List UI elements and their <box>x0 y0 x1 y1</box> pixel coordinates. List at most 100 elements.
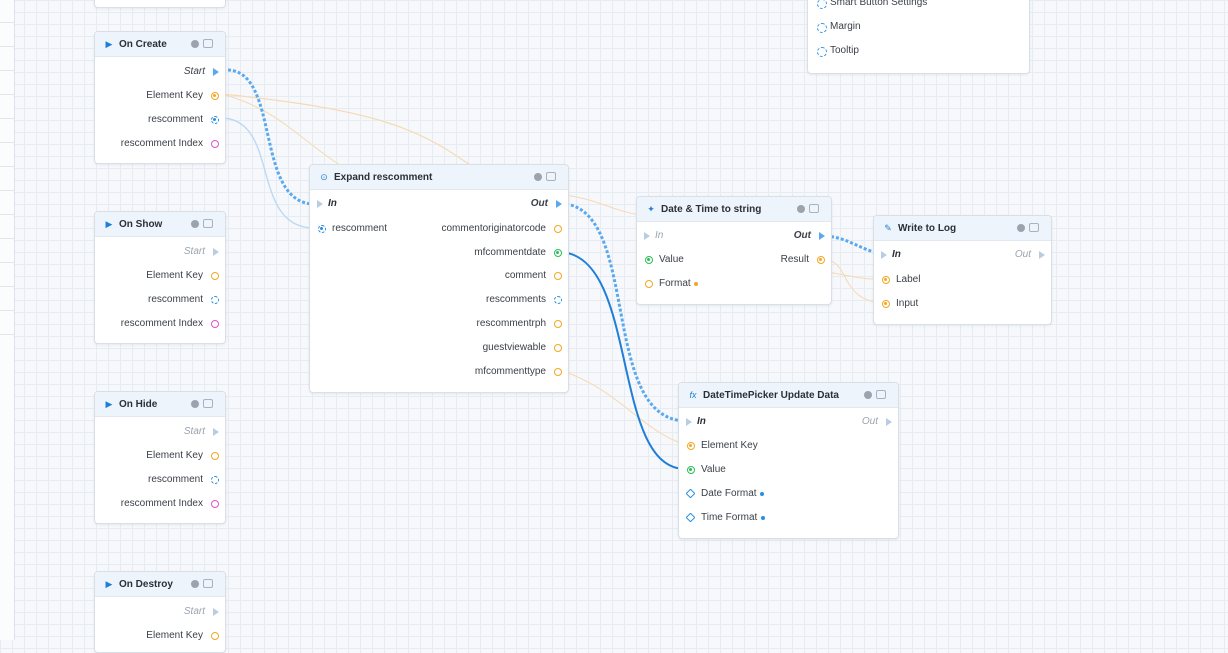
exec-out-pin[interactable] <box>819 232 825 240</box>
info-icon[interactable] <box>797 205 805 213</box>
exec-out-pin[interactable] <box>886 418 892 426</box>
out-label: Out <box>1014 249 1031 260</box>
exec-out-pin[interactable] <box>556 200 562 208</box>
info-icon[interactable] <box>1017 224 1025 232</box>
node-title: On Destroy <box>119 579 173 590</box>
time-format-in-pin[interactable] <box>685 512 696 523</box>
settings-item-tooltip[interactable]: Tooltip <box>830 44 859 58</box>
out-label: Out <box>530 198 548 209</box>
input-label: Element Key <box>701 440 758 451</box>
refresh-icon <box>817 47 827 57</box>
exec-out-pin[interactable] <box>213 428 219 436</box>
index-pin[interactable] <box>211 500 219 508</box>
output-pin[interactable] <box>554 368 562 376</box>
comment-icon[interactable] <box>546 172 556 181</box>
info-icon[interactable] <box>191 580 199 588</box>
partial-node-top[interactable] <box>94 0 226 8</box>
input-label: Value <box>701 464 726 475</box>
refresh-icon <box>817 0 827 9</box>
node-title: Expand rescomment <box>334 172 433 183</box>
output-pin[interactable] <box>554 249 562 257</box>
rescomment-in-pin[interactable] <box>318 225 326 233</box>
rescomment-pin[interactable] <box>211 476 219 484</box>
pin-label: rescomment Index <box>120 498 203 509</box>
pin-label: Element Key <box>146 270 203 281</box>
on-create-node[interactable]: ▶ On Create Start Element Key rescomment… <box>94 31 226 164</box>
exec-in-pin[interactable] <box>644 232 650 240</box>
format-in-pin[interactable] <box>645 280 653 288</box>
output-label: mfcommentdate <box>474 247 546 258</box>
result-out-pin[interactable] <box>817 256 825 264</box>
value-in-pin[interactable] <box>645 256 653 264</box>
input-label: Value <box>659 254 684 265</box>
refresh-icon <box>817 23 827 33</box>
exec-out-pin[interactable] <box>213 608 219 616</box>
comment-icon[interactable] <box>876 390 886 399</box>
settings-item-smart-button[interactable]: Smart Button Settings <box>830 0 927 10</box>
rescomment-pin[interactable] <box>211 296 219 304</box>
input-in-pin[interactable] <box>882 300 890 308</box>
element-key-in-pin[interactable] <box>687 442 695 450</box>
node-title: DateTimePicker Update Data <box>703 390 839 401</box>
output-label: guestviewable <box>482 342 546 353</box>
rescomment-pin[interactable] <box>211 116 219 124</box>
output-pin[interactable] <box>554 225 562 233</box>
output-pin[interactable] <box>554 344 562 352</box>
output-label: rescommentrph <box>476 318 546 329</box>
expand-rescomment-node[interactable]: ⊙ Expand rescomment In Out rescomment co… <box>309 164 569 393</box>
info-icon[interactable] <box>191 220 199 228</box>
pin-label: Element Key <box>146 450 203 461</box>
start-label: Start <box>183 246 205 257</box>
element-key-pin[interactable] <box>211 92 219 100</box>
index-pin[interactable] <box>211 140 219 148</box>
element-key-pin[interactable] <box>211 272 219 280</box>
output-label: comment <box>504 270 546 281</box>
play-icon: ▶ <box>105 219 113 229</box>
comment-icon[interactable] <box>203 219 213 228</box>
on-hide-node[interactable]: ▶ On Hide Start Element Key rescomment r… <box>94 391 226 524</box>
element-key-pin[interactable] <box>211 632 219 640</box>
comment-icon[interactable] <box>203 39 213 48</box>
date-format-in-pin[interactable] <box>685 488 696 499</box>
output-pin[interactable] <box>554 272 562 280</box>
comment-icon[interactable] <box>203 399 213 408</box>
expand-icon: ⊙ <box>320 172 328 182</box>
info-icon[interactable] <box>191 400 199 408</box>
exec-out-pin[interactable] <box>1039 251 1045 259</box>
unset-dot <box>760 492 764 496</box>
pin-label: rescomment <box>147 474 203 485</box>
write-to-log-node[interactable]: ✎ Write to Log In Out Label Input <box>873 215 1052 325</box>
on-show-node[interactable]: ▶ On Show Start Element Key rescomment r… <box>94 211 226 344</box>
output-pin[interactable] <box>554 296 562 304</box>
label-in-pin[interactable] <box>882 276 890 284</box>
wire-faint-orange-dtp <box>559 369 687 446</box>
info-icon[interactable] <box>864 391 872 399</box>
exec-in-pin[interactable] <box>317 200 323 208</box>
in-label: In <box>655 230 664 241</box>
exec-out-pin[interactable] <box>213 68 219 76</box>
comment-icon[interactable] <box>203 579 213 588</box>
wire-faint-top <box>564 194 641 216</box>
index-pin[interactable] <box>211 320 219 328</box>
start-label: Start <box>183 426 205 437</box>
comment-icon[interactable] <box>1029 223 1039 232</box>
datetimepicker-update-node[interactable]: fx DateTimePicker Update Data In Out Ele… <box>678 382 899 539</box>
info-icon[interactable] <box>534 173 542 181</box>
value-in-pin[interactable] <box>687 466 695 474</box>
input-label: rescomment <box>332 223 388 234</box>
info-icon[interactable] <box>191 40 199 48</box>
output-label: mfcommenttype <box>474 366 546 377</box>
exec-in-pin[interactable] <box>881 251 887 259</box>
node-title: On Show <box>119 219 163 230</box>
result-label: Result <box>780 254 809 265</box>
element-key-pin[interactable] <box>211 452 219 460</box>
start-label: Start <box>183 66 205 77</box>
output-pin[interactable] <box>554 320 562 328</box>
date-time-to-string-node[interactable]: ✦ Date & Time to string In Out Value Res… <box>636 196 832 305</box>
settings-item-margin[interactable]: Margin <box>830 20 861 34</box>
exec-in-pin[interactable] <box>686 418 692 426</box>
pin-label: rescomment <box>147 114 203 125</box>
comment-icon[interactable] <box>809 204 819 213</box>
on-destroy-node[interactable]: ▶ On Destroy Start Element Key <box>94 571 226 653</box>
exec-out-pin[interactable] <box>213 248 219 256</box>
